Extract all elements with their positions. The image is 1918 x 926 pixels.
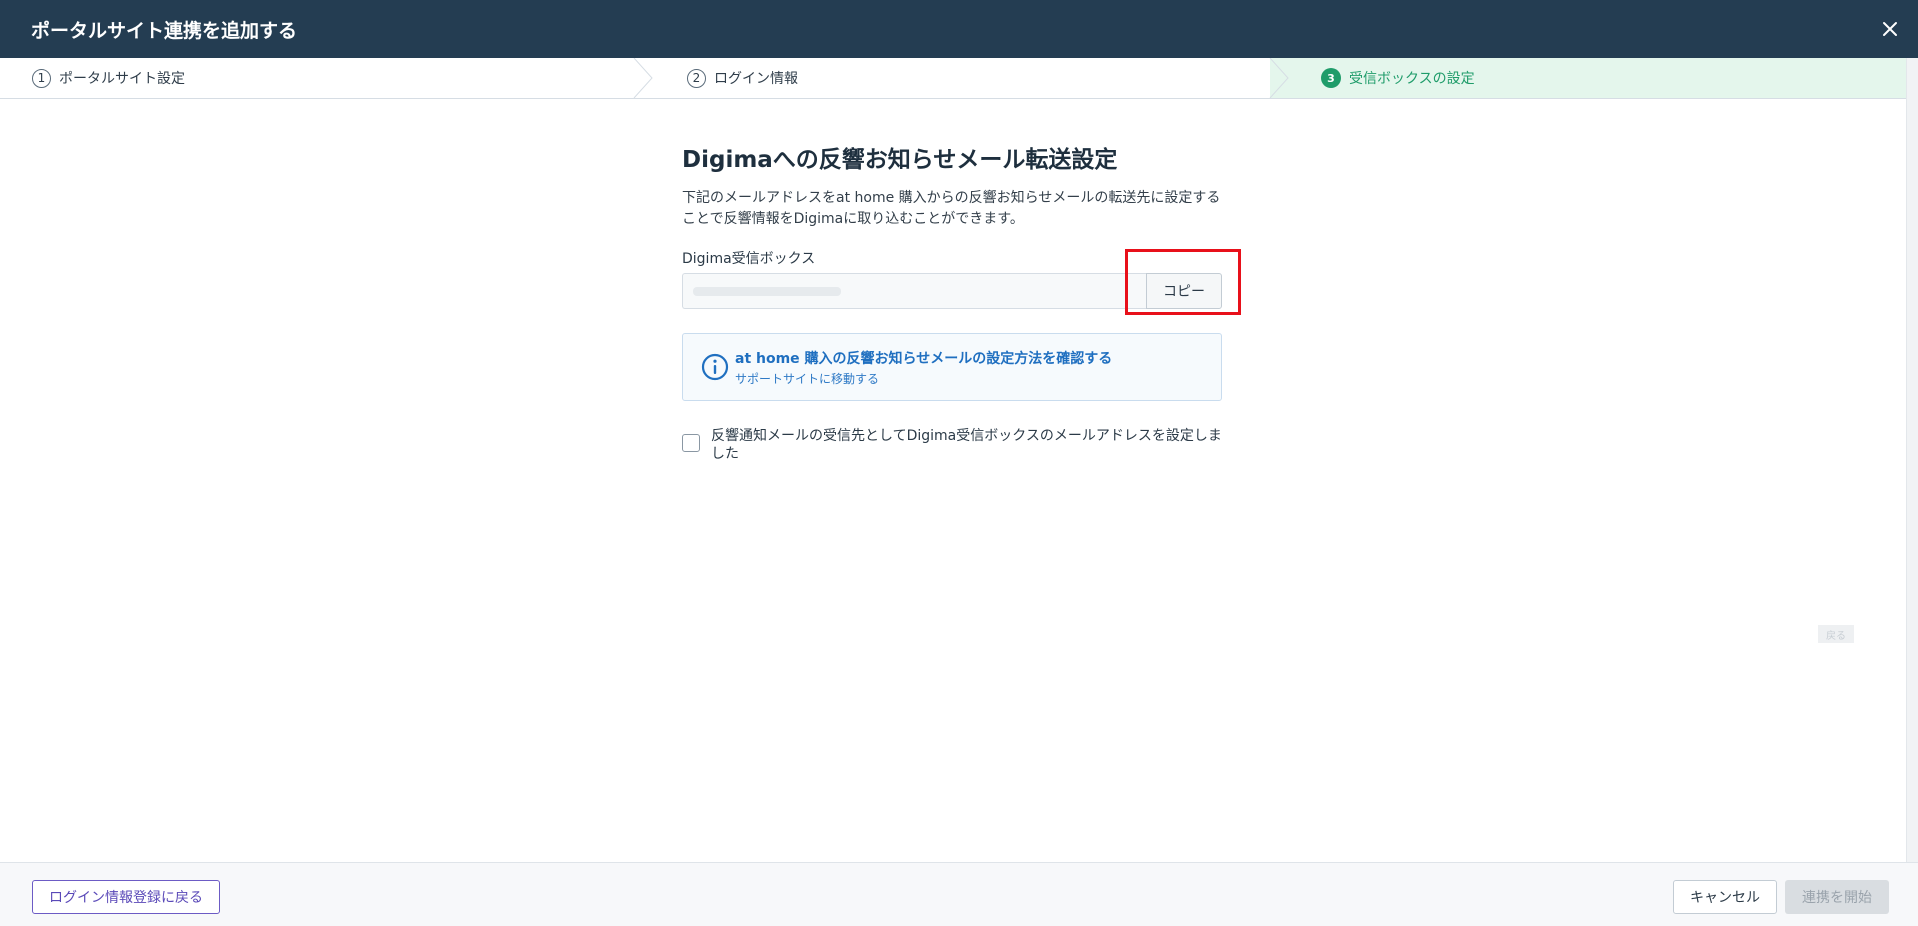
page-title: Digimaへの反響お知らせメール転送設定 — [682, 147, 1118, 173]
highlight-box — [1125, 249, 1241, 315]
info-icon — [701, 353, 729, 381]
modal-header: ポータルサイト連携を追加する — [0, 0, 1918, 58]
step-separator-icon — [1269, 58, 1289, 98]
step-label: ポータルサイト設定 — [59, 71, 185, 87]
step-number: 2 — [687, 68, 706, 88]
scrollbar[interactable] — [1906, 58, 1918, 862]
step-label: ログイン情報 — [714, 71, 798, 87]
confirm-checkbox[interactable] — [682, 434, 700, 452]
confirm-check-row: 反響通知メールの受信先としてDigima受信ボックスのメールアドレスを設定しまし… — [682, 427, 1222, 463]
step-separator-icon — [633, 58, 653, 98]
cancel-button[interactable]: キャンセル — [1673, 880, 1777, 914]
side-small-button[interactable]: 戻る — [1818, 625, 1854, 643]
help-sub-link[interactable]: サポートサイトに移動する — [735, 370, 1112, 387]
help-link[interactable]: at home 購入の反響お知らせメールの設定方法を確認する — [735, 348, 1112, 368]
close-icon[interactable] — [1878, 17, 1902, 41]
back-to-login-button[interactable]: ログイン情報登録に戻る — [32, 880, 220, 914]
description-text: 下記のメールアドレスをat home 購入からの反響お知らせメールの転送先に設定… — [682, 190, 1221, 227]
step-number: 3 — [1321, 68, 1341, 88]
modal-footer: ログイン情報登録に戻る キャンセル 連携を開始 — [0, 862, 1918, 926]
start-integration-button[interactable]: 連携を開始 — [1785, 880, 1889, 914]
step-login-info: 2 ログイン情報 — [687, 58, 798, 98]
help-info-box[interactable]: at home 購入の反響お知らせメールの設定方法を確認する サポートサイトに移… — [682, 333, 1222, 401]
confirm-checkbox-label[interactable]: 反響通知メールの受信先としてDigima受信ボックスのメールアドレスを設定しまし… — [711, 427, 1222, 463]
inbox-email-field[interactable] — [682, 273, 1146, 309]
step-portal-site-settings: 1 ポータルサイト設定 — [32, 58, 185, 98]
modal-title: ポータルサイト連携を追加する — [31, 20, 298, 42]
step-label: 受信ボックスの設定 — [1349, 71, 1475, 87]
stepper: 1 ポータルサイト設定 2 ログイン情報 3 受信ボックスの設定 — [0, 58, 1906, 99]
blurred-email-placeholder — [693, 287, 841, 296]
help-text-group: at home 購入の反響お知らせメールの設定方法を確認する サポートサイトに移… — [735, 348, 1112, 387]
step-inbox-settings: 3 受信ボックスの設定 — [1321, 58, 1475, 98]
step-number: 1 — [32, 68, 51, 88]
